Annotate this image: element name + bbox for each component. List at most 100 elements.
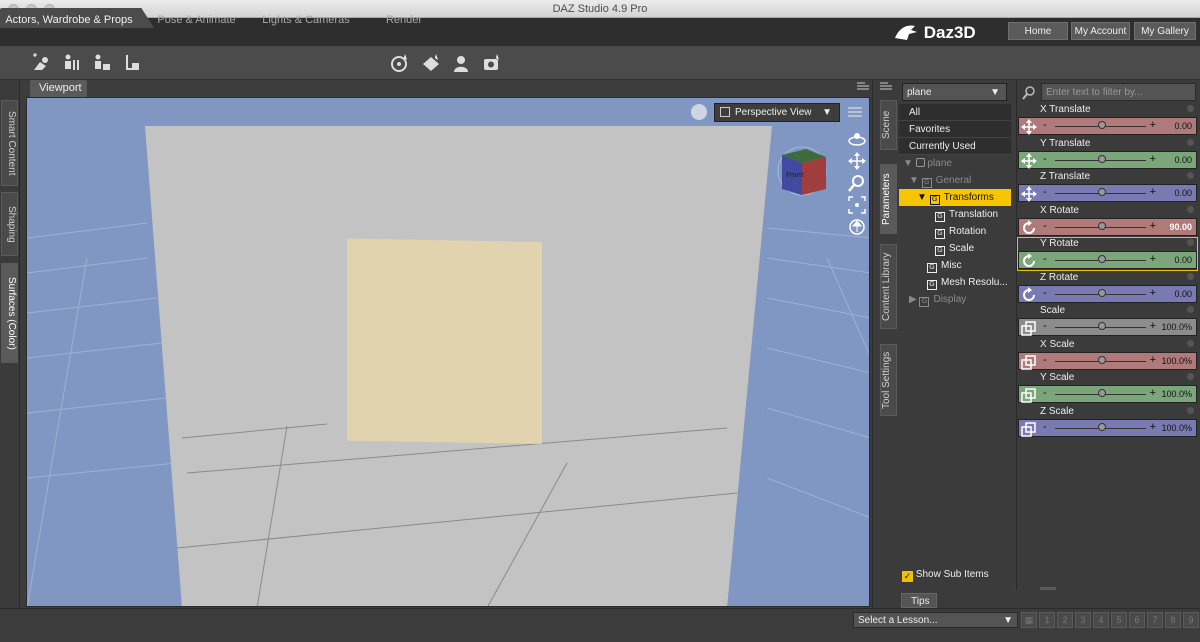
- reset-view-icon[interactable]: [846, 216, 868, 238]
- increment-button[interactable]: +: [1150, 220, 1156, 232]
- tab-scene[interactable]: Scene: [880, 100, 897, 150]
- node-selector[interactable]: plane ▼: [902, 83, 1007, 101]
- gear-icon[interactable]: [1187, 406, 1194, 414]
- view-mode-select[interactable]: Perspective View ▼: [714, 103, 840, 122]
- slider-knob[interactable]: [1097, 389, 1106, 397]
- decrement-button[interactable]: -: [1043, 119, 1047, 131]
- slider-x-scale[interactable]: X Scale - +100.0%: [1018, 339, 1197, 371]
- lesson-number-2[interactable]: 2: [1057, 612, 1073, 628]
- slider-knob[interactable]: [1097, 422, 1106, 431]
- slider-knob[interactable]: [1097, 355, 1106, 364]
- slider-bar[interactable]: - +0.00: [1018, 284, 1197, 303]
- slider-value[interactable]: 100.0%: [1161, 322, 1192, 332]
- home-button[interactable]: Home: [1008, 22, 1068, 40]
- viewport-menu-icon[interactable]: [857, 82, 869, 92]
- decrement-button[interactable]: -: [1043, 320, 1047, 332]
- lesson-number-9[interactable]: 9: [1183, 612, 1199, 628]
- tab-smart-content[interactable]: Smart Content: [1, 100, 18, 186]
- lesson-number-8[interactable]: 8: [1165, 612, 1181, 628]
- decrement-button[interactable]: -: [1043, 253, 1047, 265]
- tab-viewport[interactable]: Viewport: [30, 80, 87, 97]
- expand-arrow-icon[interactable]: ▼: [917, 192, 927, 203]
- slider-bar[interactable]: - +100.0%: [1018, 385, 1197, 403]
- tree-item-scale[interactable]: G Scale: [899, 240, 1011, 257]
- tab-render[interactable]: Render: [374, 8, 434, 28]
- gear-icon[interactable]: [1187, 306, 1194, 313]
- tab-surfaces[interactable]: Surfaces (Color): [1, 263, 18, 363]
- lesson-grid-icon[interactable]: ▦: [1021, 612, 1037, 628]
- slider-y-rotate[interactable]: Y Rotate - +0.00: [1017, 237, 1198, 271]
- slider-bar[interactable]: - +0.00: [1018, 251, 1197, 269]
- lesson-select[interactable]: Select a Lesson... ▼: [853, 612, 1018, 628]
- decrement-button[interactable]: -: [1043, 287, 1047, 299]
- increment-button[interactable]: +: [1150, 119, 1156, 131]
- lesson-number-7[interactable]: 7: [1147, 612, 1163, 628]
- my-account-button[interactable]: My Account: [1071, 22, 1130, 40]
- slider-value[interactable]: 0.00: [1174, 188, 1192, 198]
- increment-button[interactable]: +: [1150, 186, 1156, 198]
- tab-tips[interactable]: Tips: [901, 593, 937, 608]
- slider-value[interactable]: 90.00: [1169, 222, 1192, 232]
- tree-item-mesh-resolution[interactable]: G Mesh Resolu...: [899, 274, 1011, 291]
- tree-item-general[interactable]: ▼ G General: [899, 172, 1011, 189]
- lesson-number-4[interactable]: 4: [1093, 612, 1109, 628]
- tree-item-display[interactable]: ▶ G Display: [899, 291, 1011, 308]
- slider-knob[interactable]: [1097, 322, 1106, 330]
- slider-y-scale[interactable]: Y Scale - +100.0%: [1018, 372, 1197, 404]
- gear-icon[interactable]: [1187, 138, 1194, 146]
- orbit-icon[interactable]: [846, 128, 868, 150]
- slider-x-rotate[interactable]: X Rotate - +90.00: [1018, 205, 1197, 237]
- slider-bar[interactable]: - +100.0%: [1018, 418, 1197, 437]
- render-camera-icon[interactable]: [481, 52, 503, 74]
- slider-value[interactable]: 0.00: [1174, 289, 1192, 299]
- slider-z-scale[interactable]: Z Scale - +100.0%: [1018, 406, 1197, 438]
- gear-icon[interactable]: [1187, 105, 1194, 112]
- slider-knob[interactable]: [1097, 188, 1106, 196]
- tab-shaping[interactable]: Shaping: [1, 192, 18, 256]
- slider-value[interactable]: 0.00: [1174, 155, 1192, 165]
- gear-icon[interactable]: [1187, 272, 1194, 280]
- gear-icon[interactable]: [1187, 239, 1194, 246]
- slider-y-translate[interactable]: Y Translate - +0.00: [1018, 138, 1197, 170]
- slider-value[interactable]: 0.00: [1174, 255, 1192, 265]
- decrement-button[interactable]: -: [1043, 153, 1047, 165]
- expand-arrow-icon[interactable]: ▼: [903, 158, 913, 169]
- increment-button[interactable]: +: [1150, 287, 1156, 299]
- tree-item-transforms[interactable]: ▼ G Transforms: [899, 189, 1011, 206]
- lesson-number-6[interactable]: 6: [1129, 612, 1145, 628]
- slider-knob[interactable]: [1097, 221, 1106, 230]
- slider-knob[interactable]: [1097, 288, 1106, 297]
- increment-button[interactable]: +: [1150, 253, 1156, 265]
- increment-button[interactable]: +: [1150, 354, 1156, 366]
- slider-knob[interactable]: [1097, 255, 1106, 263]
- tab-content-library[interactable]: Content Library: [880, 244, 897, 329]
- collapse-arrow-icon[interactable]: ▶: [909, 294, 917, 305]
- filter-currently-used[interactable]: Currently Used: [899, 138, 1011, 155]
- slider-bar[interactable]: - +100.0%: [1018, 318, 1197, 336]
- slider-value[interactable]: 100.0%: [1161, 356, 1192, 366]
- slider-value[interactable]: 100.0%: [1161, 423, 1192, 433]
- figure-tools-icon[interactable]: [60, 52, 82, 74]
- tree-item-translation[interactable]: G Translation: [899, 206, 1011, 223]
- new-figure-icon[interactable]: [30, 52, 52, 74]
- gear-icon[interactable]: [1187, 339, 1194, 347]
- increment-button[interactable]: +: [1150, 421, 1156, 433]
- decrement-button[interactable]: -: [1043, 421, 1047, 433]
- slider-value[interactable]: 100.0%: [1161, 389, 1192, 399]
- expand-arrow-icon[interactable]: ▼: [909, 175, 919, 186]
- lesson-number-5[interactable]: 5: [1111, 612, 1127, 628]
- figure-setup-icon[interactable]: [121, 52, 143, 74]
- lesson-number-3[interactable]: 3: [1075, 612, 1091, 628]
- decrement-button[interactable]: -: [1043, 387, 1047, 399]
- tab-actors-wardrobe-props[interactable]: Actors, Wardrobe & Props: [0, 8, 138, 28]
- slider-bar[interactable]: - +100.0%: [1018, 351, 1197, 370]
- frame-icon[interactable]: [846, 194, 868, 216]
- universal-tool-icon[interactable]: [389, 52, 411, 74]
- slider-value[interactable]: 0.00: [1174, 121, 1192, 131]
- tab-pose-animate[interactable]: Pose & Animate: [150, 8, 243, 28]
- increment-button[interactable]: +: [1150, 153, 1156, 165]
- tree-item-plane[interactable]: ▼ plane: [899, 155, 1011, 172]
- gear-icon[interactable]: [1187, 172, 1194, 179]
- figure-content-icon[interactable]: [91, 52, 113, 74]
- 3d-viewport[interactable]: [26, 97, 870, 607]
